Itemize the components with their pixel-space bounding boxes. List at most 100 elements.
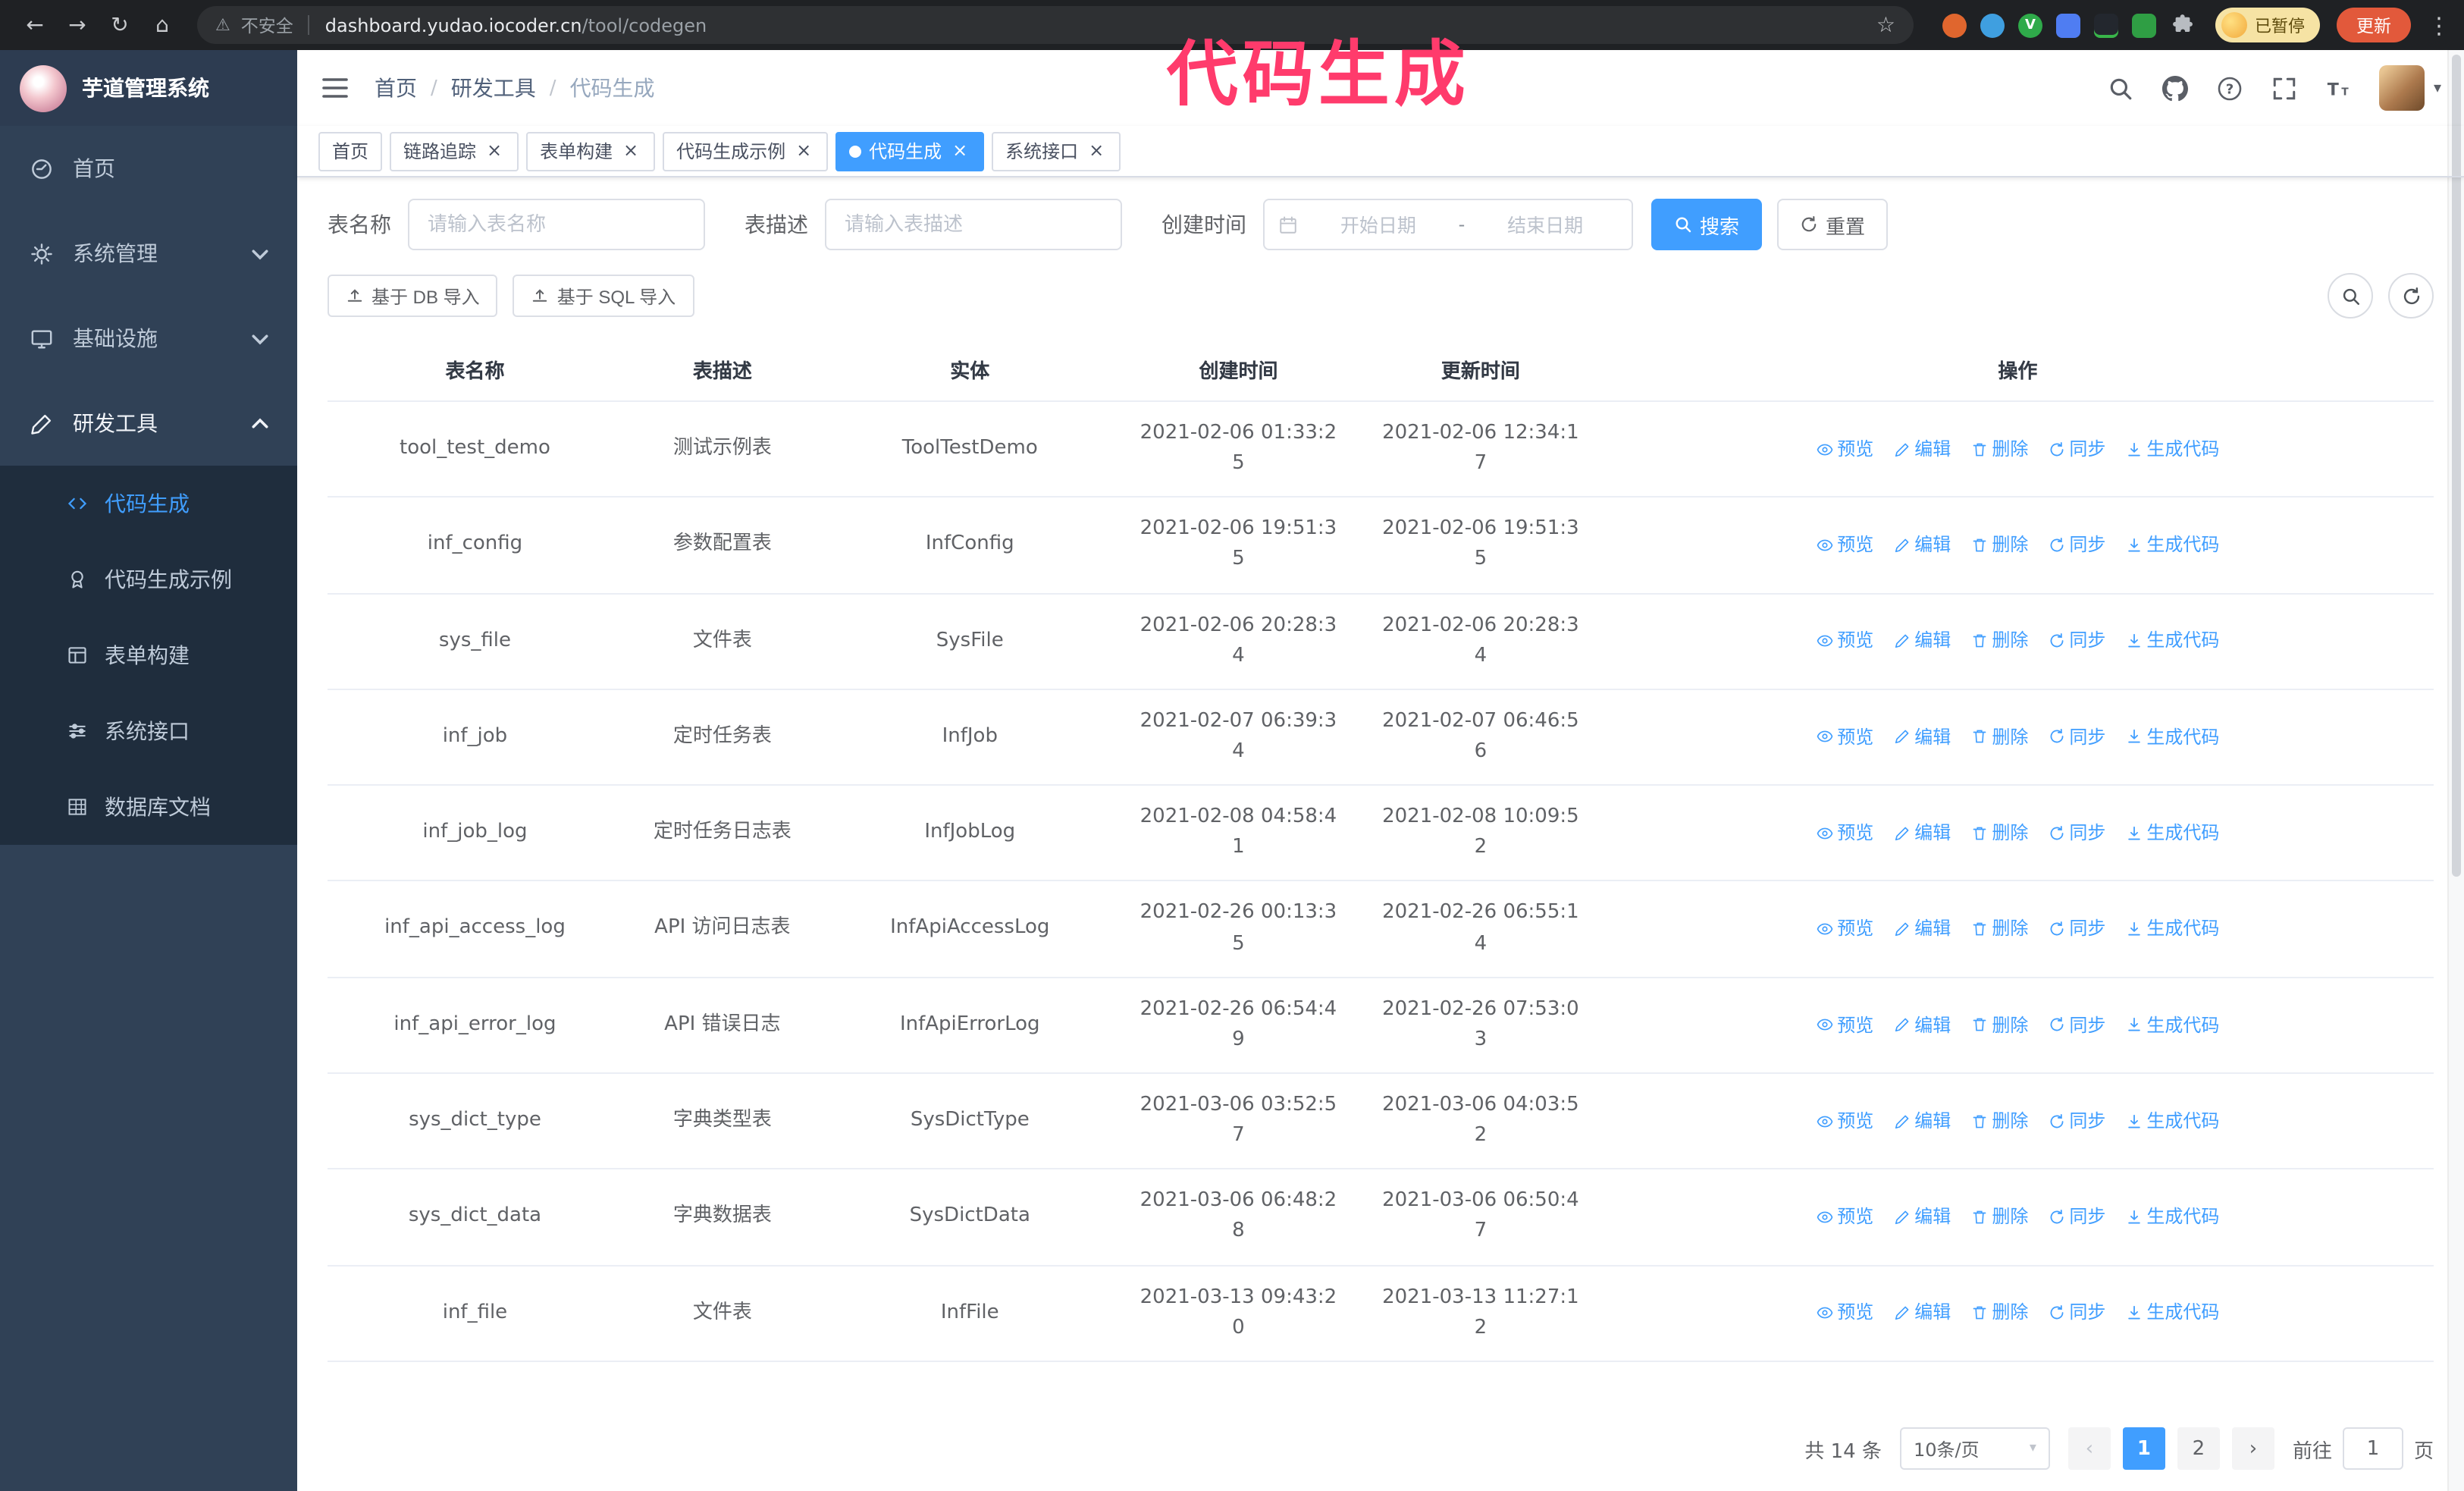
- sync-link[interactable]: 同步: [2048, 1011, 2105, 1039]
- tab-form-builder[interactable]: 表单构建 ×: [526, 131, 656, 171]
- sidebar-item-form-builder[interactable]: 表单构建: [0, 617, 297, 693]
- date-range-picker[interactable]: -: [1263, 199, 1633, 250]
- edit-link[interactable]: 编辑: [1893, 627, 1951, 655]
- browser-update-button[interactable]: 更新: [2337, 8, 2411, 42]
- help-icon[interactable]: ?: [2215, 74, 2244, 102]
- extension-icon[interactable]: V: [2018, 13, 2042, 37]
- browser-menu-icon[interactable]: ⋮: [2428, 11, 2450, 39]
- delete-link[interactable]: 删除: [1970, 723, 2028, 751]
- generate-code-link[interactable]: 生成代码: [2125, 531, 2219, 559]
- close-icon[interactable]: ×: [1086, 140, 1107, 162]
- table-name-input[interactable]: [408, 199, 705, 250]
- sync-link[interactable]: 同步: [2048, 1299, 2105, 1327]
- delete-link[interactable]: 删除: [1970, 435, 2028, 463]
- generate-code-link[interactable]: 生成代码: [2125, 1203, 2219, 1231]
- extension-icon[interactable]: [1942, 13, 1967, 37]
- tab-system-api[interactable]: 系统接口 ×: [992, 131, 1121, 171]
- sync-link[interactable]: 同步: [2048, 1107, 2105, 1135]
- address-bar[interactable]: ⚠ 不安全 dashboard.yudao.iocoder.cn/tool/co…: [197, 6, 1914, 44]
- generate-code-link[interactable]: 生成代码: [2125, 1011, 2219, 1039]
- sync-link[interactable]: 同步: [2048, 627, 2105, 655]
- edit-link[interactable]: 编辑: [1893, 1299, 1951, 1327]
- refresh-table-button[interactable]: [2388, 273, 2434, 319]
- sidebar-item-codegen-example[interactable]: 代码生成示例: [0, 541, 297, 617]
- preview-link[interactable]: 预览: [1816, 531, 1873, 559]
- goto-page-input[interactable]: [2342, 1427, 2403, 1470]
- edit-link[interactable]: 编辑: [1893, 1107, 1951, 1135]
- delete-link[interactable]: 删除: [1970, 819, 2028, 847]
- sidebar-item-system[interactable]: 系统管理: [0, 211, 297, 296]
- page-button-1[interactable]: 1: [2122, 1427, 2165, 1470]
- tab-tracing[interactable]: 链路追踪 ×: [390, 131, 519, 171]
- generate-code-link[interactable]: 生成代码: [2125, 627, 2219, 655]
- preview-link[interactable]: 预览: [1816, 1299, 1873, 1327]
- reset-button[interactable]: 重置: [1777, 199, 1889, 250]
- import-sql-button[interactable]: 基于 SQL 导入: [513, 275, 694, 317]
- extension-icon[interactable]: [2056, 13, 2080, 37]
- edit-link[interactable]: 编辑: [1893, 531, 1951, 559]
- date-start-input[interactable]: [1306, 213, 1451, 236]
- delete-link[interactable]: 删除: [1970, 1299, 2028, 1327]
- date-end-input[interactable]: [1472, 213, 1618, 236]
- import-db-button[interactable]: 基于 DB 导入: [328, 275, 498, 317]
- preview-link[interactable]: 预览: [1816, 1011, 1873, 1039]
- delete-link[interactable]: 删除: [1970, 627, 2028, 655]
- forward-icon[interactable]: →: [58, 5, 97, 45]
- user-menu[interactable]: ▾: [2378, 65, 2441, 111]
- sidebar-item-db-doc[interactable]: 数据库文档: [0, 769, 297, 845]
- sync-link[interactable]: 同步: [2048, 723, 2105, 751]
- edit-link[interactable]: 编辑: [1893, 435, 1951, 463]
- edit-link[interactable]: 编辑: [1893, 723, 1951, 751]
- github-icon[interactable]: [2161, 74, 2190, 102]
- delete-link[interactable]: 删除: [1970, 1011, 2028, 1039]
- sync-link[interactable]: 同步: [2048, 915, 2105, 943]
- scrollbar-thumb[interactable]: [2452, 55, 2461, 876]
- close-icon[interactable]: ×: [484, 140, 505, 162]
- close-icon[interactable]: ×: [949, 140, 970, 162]
- sync-link[interactable]: 同步: [2048, 819, 2105, 847]
- breadcrumb-home[interactable]: 首页: [375, 73, 417, 103]
- close-icon[interactable]: ×: [793, 140, 814, 162]
- extension-icon[interactable]: [2094, 13, 2118, 37]
- generate-code-link[interactable]: 生成代码: [2125, 723, 2219, 751]
- extensions-puzzle-icon[interactable]: [2170, 13, 2194, 37]
- bookmark-star-icon[interactable]: ☆: [1876, 13, 1895, 37]
- edit-link[interactable]: 编辑: [1893, 1203, 1951, 1231]
- sync-link[interactable]: 同步: [2048, 435, 2105, 463]
- preview-link[interactable]: 预览: [1816, 723, 1873, 751]
- close-icon[interactable]: ×: [620, 140, 641, 162]
- generate-code-link[interactable]: 生成代码: [2125, 1107, 2219, 1135]
- next-page-button[interactable]: ›: [2231, 1427, 2274, 1470]
- preview-link[interactable]: 预览: [1816, 915, 1873, 943]
- search-icon[interactable]: [2106, 74, 2135, 102]
- delete-link[interactable]: 删除: [1970, 915, 2028, 943]
- profile-chip[interactable]: 已暂停: [2215, 8, 2320, 42]
- toggle-search-button[interactable]: [2328, 273, 2373, 319]
- extension-icon[interactable]: [1980, 13, 2005, 37]
- sync-link[interactable]: 同步: [2048, 531, 2105, 559]
- edit-link[interactable]: 编辑: [1893, 915, 1951, 943]
- preview-link[interactable]: 预览: [1816, 1203, 1873, 1231]
- fullscreen-icon[interactable]: [2270, 74, 2299, 102]
- sidebar-item-system-api[interactable]: 系统接口: [0, 693, 297, 769]
- tab-codegen-active[interactable]: 代码生成 ×: [835, 131, 985, 171]
- preview-link[interactable]: 预览: [1816, 1107, 1873, 1135]
- preview-link[interactable]: 预览: [1816, 819, 1873, 847]
- sidebar-item-devtools[interactable]: 研发工具: [0, 381, 297, 466]
- table-desc-input[interactable]: [825, 199, 1122, 250]
- sync-link[interactable]: 同步: [2048, 1203, 2105, 1231]
- tab-codegen-example[interactable]: 代码生成示例 ×: [663, 131, 829, 171]
- preview-link[interactable]: 预览: [1816, 435, 1873, 463]
- extension-icon[interactable]: [2132, 13, 2156, 37]
- hamburger-icon[interactable]: [320, 73, 350, 103]
- page-button-2[interactable]: 2: [2177, 1427, 2220, 1470]
- sidebar-item-home[interactable]: 首页: [0, 126, 297, 211]
- generate-code-link[interactable]: 生成代码: [2125, 435, 2219, 463]
- breadcrumb-devtools[interactable]: 研发工具: [451, 73, 536, 103]
- page-scrollbar[interactable]: [2447, 50, 2464, 1491]
- app-logo[interactable]: 芋道管理系统: [0, 50, 297, 126]
- delete-link[interactable]: 删除: [1970, 1203, 2028, 1231]
- generate-code-link[interactable]: 生成代码: [2125, 819, 2219, 847]
- delete-link[interactable]: 删除: [1970, 1107, 2028, 1135]
- font-size-icon[interactable]: TT: [2324, 74, 2353, 102]
